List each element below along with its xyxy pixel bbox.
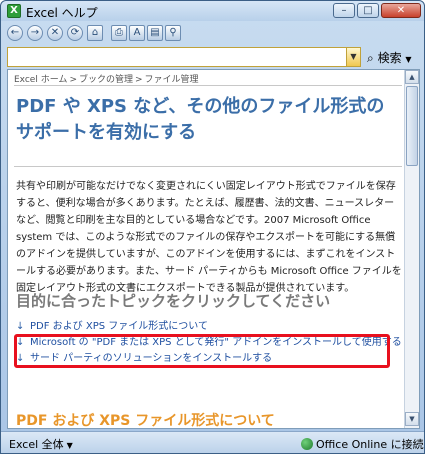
highlight-annotation — [14, 334, 390, 368]
title-bar: X Excel ヘルプ – □ ✕ — [1, 1, 424, 21]
topics-heading: 目的に合ったトピックをクリックしてください — [16, 292, 331, 310]
search-scope-dropdown[interactable]: ▼ — [347, 47, 361, 67]
forward-arrow-icon[interactable]: → — [27, 25, 43, 41]
search-icon: ⌕ — [367, 51, 374, 65]
page-title: PDF や XPS など、その他のファイル形式のサポートを有効にする — [16, 96, 385, 143]
connection-status[interactable]: Office Online に接続 — [301, 436, 424, 452]
breadcrumb-link-workbook[interactable]: ブックの管理 — [79, 75, 133, 85]
breadcrumb-link-excel-home[interactable]: Excel ホーム — [14, 75, 67, 85]
divider — [14, 166, 402, 167]
maximize-button[interactable]: □ — [357, 3, 379, 18]
excel-app-icon: X — [7, 4, 21, 18]
scroll-up-icon[interactable]: ▲ — [405, 70, 419, 84]
chevron-down-icon: ▼ — [66, 441, 73, 450]
breadcrumb: Excel ホーム > ブックの管理 > ファイル管理 — [14, 72, 199, 85]
topic-link-about-formats[interactable]: PDF および XPS ファイル形式について — [30, 321, 208, 332]
search-row: ▼ ⌕ 検索 ▼ — [7, 47, 420, 67]
search-input[interactable] — [7, 47, 347, 67]
list-item: ↓ PDF および XPS ファイル形式について — [16, 320, 402, 334]
chevron-down-icon: ▼ — [405, 55, 412, 64]
divider — [14, 85, 402, 86]
scope-selector[interactable]: Excel 全体 ▼ — [9, 436, 73, 452]
back-arrow-icon[interactable]: ← — [7, 25, 23, 41]
connection-status-label: Office Online に接続 — [316, 438, 424, 451]
vertical-scrollbar[interactable]: ▲ ▼ — [404, 70, 419, 428]
breadcrumb-separator: > — [135, 75, 143, 85]
help-content: Excel ホーム > ブックの管理 > ファイル管理 PDF や XPS など、その他… — [7, 69, 420, 429]
help-toolbar: ← → ✕ ⟳ ⌂ ⎙ A ▤ ⚲ — [5, 23, 420, 45]
printer-icon[interactable]: ⎙ — [111, 25, 127, 41]
section-heading-about-formats: PDF および XPS ファイル形式について — [16, 413, 275, 429]
status-bar: Excel 全体 ▼ Office Online に接続 — [1, 431, 424, 453]
online-globe-icon — [301, 438, 313, 450]
font-size-icon[interactable]: A — [129, 25, 145, 41]
search-button-label: 検索 — [377, 51, 402, 65]
home-icon[interactable]: ⌂ — [87, 25, 103, 41]
refresh-icon[interactable]: ⟳ — [67, 25, 83, 41]
book-icon[interactable]: ▤ — [147, 25, 163, 41]
scope-label: Excel 全体 — [9, 438, 64, 451]
stop-icon[interactable]: ✕ — [47, 25, 63, 41]
help-window: X Excel ヘルプ – □ ✕ ← → ✕ ⟳ ⌂ ⎙ A ▤ ⚲ ▼ ⌕ … — [0, 0, 425, 454]
intro-paragraph: 共有や印刷が可能なだけでなく変更されにくい固定レイアウト形式でファイルを保存する… — [16, 181, 402, 294]
window-title: Excel ヘルプ — [26, 6, 98, 20]
pin-icon[interactable]: ⚲ — [165, 25, 181, 41]
breadcrumb-link-file-management[interactable]: ファイル管理 — [145, 75, 199, 85]
close-button[interactable]: ✕ — [381, 3, 421, 18]
minimize-button[interactable]: – — [333, 3, 355, 18]
breadcrumb-separator: > — [69, 75, 77, 85]
search-button[interactable]: ⌕ 検索 ▼ — [367, 49, 412, 65]
scroll-thumb[interactable] — [406, 86, 418, 166]
scroll-down-icon[interactable]: ▼ — [405, 412, 419, 426]
arrow-down-icon: ↓ — [16, 321, 25, 332]
